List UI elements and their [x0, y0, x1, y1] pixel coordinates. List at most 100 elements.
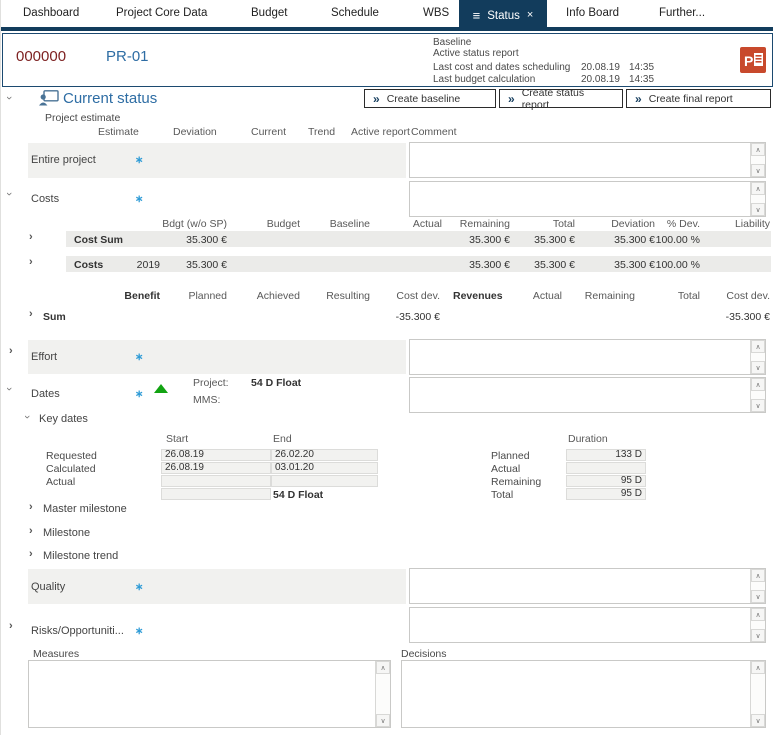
- close-tab-icon[interactable]: ×: [527, 10, 533, 21]
- col-cost-dev: Cost dev.: [396, 290, 440, 302]
- actual-end-field[interactable]: [271, 475, 378, 487]
- tab-further[interactable]: Further...: [659, 7, 705, 19]
- col-bdgt: Bdgt (w/o SP): [162, 218, 227, 230]
- planned-duration-field[interactable]: 133 D: [566, 449, 646, 461]
- comment-risks[interactable]: ∧ ∨: [409, 607, 766, 643]
- scroll-up-icon[interactable]: ∧: [751, 143, 765, 156]
- scroll-down-icon[interactable]: ∨: [751, 714, 765, 727]
- comment-quality[interactable]: ∧ ∨: [409, 568, 766, 604]
- remaining-duration-label: Remaining: [491, 476, 541, 488]
- project-float-label: Project:: [193, 377, 229, 389]
- comment-text-area[interactable]: [410, 608, 750, 642]
- tab-project-core-data[interactable]: Project Core Data: [116, 7, 207, 19]
- expand-milestone-icon[interactable]: ›: [29, 525, 33, 537]
- create-final-report-button[interactable]: » Create final report: [626, 89, 771, 108]
- collapse-key-dates-icon[interactable]: ›: [21, 415, 33, 419]
- baseline-label: Baseline: [433, 37, 471, 48]
- comment-text-area[interactable]: [410, 182, 750, 216]
- actual-label: Actual: [46, 476, 75, 488]
- decisions-text-area[interactable]: ∧ ∨: [401, 660, 766, 728]
- comment-dates[interactable]: ∧ ∨: [409, 377, 766, 413]
- expand-risks-icon[interactable]: ›: [9, 620, 13, 632]
- measures-input[interactable]: [29, 661, 375, 727]
- costs-row-remaining: 35.300 €: [469, 259, 510, 271]
- col-deviation: Deviation: [611, 218, 655, 230]
- tab-schedule[interactable]: Schedule: [331, 7, 379, 19]
- estimate-marker-icon: ∗: [135, 194, 143, 205]
- col-trend: Trend: [308, 126, 335, 138]
- section-entire-project-label: Entire project: [31, 154, 96, 166]
- estimate-marker-icon: ∗: [135, 352, 143, 363]
- costs-row-bdgt: 35.300 €: [186, 259, 227, 271]
- scroll-up-icon[interactable]: ∧: [751, 340, 765, 353]
- empty-date-field[interactable]: [161, 488, 271, 500]
- col-start: Start: [166, 433, 188, 445]
- scroll-up-icon[interactable]: ∧: [751, 608, 765, 621]
- quality-row: [28, 569, 406, 604]
- powerpoint-export-icon[interactable]: P: [740, 47, 766, 73]
- section-master-milestone-label: Master milestone: [43, 503, 127, 515]
- scroll-up-icon[interactable]: ∧: [751, 569, 765, 582]
- comment-entire-project[interactable]: ∧ ∨: [409, 142, 766, 178]
- expand-costs-row-icon[interactable]: ›: [29, 256, 33, 268]
- scrollbar: ∧ ∨: [750, 378, 765, 412]
- scroll-down-icon[interactable]: ∨: [376, 714, 390, 727]
- decisions-input[interactable]: [402, 661, 750, 727]
- create-baseline-button[interactable]: » Create baseline: [364, 89, 496, 108]
- col-planned: Planned: [188, 290, 227, 302]
- expand-sum-icon[interactable]: ›: [29, 308, 33, 320]
- create-status-report-button[interactable]: » Create status report: [499, 89, 623, 108]
- expand-effort-icon[interactable]: ›: [9, 345, 13, 357]
- collapse-dates-icon[interactable]: ›: [3, 387, 15, 391]
- actual-start-field[interactable]: [161, 475, 271, 487]
- scroll-down-icon[interactable]: ∨: [751, 629, 765, 642]
- key-dates-title: Key dates: [39, 413, 88, 425]
- section-milestone-trend-label: Milestone trend: [43, 550, 118, 562]
- comment-text-area[interactable]: [410, 378, 750, 412]
- collapse-costs-icon[interactable]: ›: [3, 192, 15, 196]
- section-dates-label: Dates: [31, 388, 60, 400]
- hamburger-icon[interactable]: ≡: [473, 9, 481, 22]
- scroll-up-icon[interactable]: ∧: [751, 182, 765, 195]
- scroll-down-icon[interactable]: ∨: [751, 590, 765, 603]
- comment-text-area[interactable]: [410, 143, 750, 177]
- total-duration-field[interactable]: 95 D: [566, 488, 646, 500]
- tab-budget[interactable]: Budget: [251, 7, 287, 19]
- expand-master-milestone-icon[interactable]: ›: [29, 501, 33, 513]
- decisions-label: Decisions: [401, 648, 447, 660]
- scrollbar: ∧ ∨: [375, 661, 390, 727]
- expand-milestone-trend-icon[interactable]: ›: [29, 548, 33, 560]
- measures-text-area[interactable]: ∧ ∨: [28, 660, 391, 728]
- last-budget-date: 20.08.19: [581, 74, 620, 85]
- scrollbar: ∧ ∨: [750, 182, 765, 216]
- comment-effort[interactable]: ∧ ∨: [409, 339, 766, 375]
- tab-wbs[interactable]: WBS: [423, 7, 449, 19]
- tab-info-board[interactable]: Info Board: [566, 7, 619, 19]
- requested-start-field[interactable]: 26.08.19: [161, 449, 271, 461]
- section-effort-label: Effort: [31, 351, 57, 363]
- scroll-down-icon[interactable]: ∨: [751, 399, 765, 412]
- remaining-duration-field[interactable]: 95 D: [566, 475, 646, 487]
- scroll-down-icon[interactable]: ∨: [751, 164, 765, 177]
- col-achieved: Achieved: [257, 290, 300, 302]
- scroll-down-icon[interactable]: ∨: [751, 361, 765, 374]
- collapse-current-status-icon[interactable]: ›: [3, 96, 15, 100]
- calculated-start-field[interactable]: 26.08.19: [161, 462, 271, 474]
- scroll-up-icon[interactable]: ∧: [751, 378, 765, 391]
- col-budget: Budget: [267, 218, 300, 230]
- project-header-box: 000000 PR-01 Baseline Active status repo…: [2, 33, 773, 87]
- calculated-end-field[interactable]: 03.01.20: [271, 462, 378, 474]
- scroll-up-icon[interactable]: ∧: [751, 661, 765, 674]
- comment-text-area[interactable]: [410, 569, 750, 603]
- scroll-down-icon[interactable]: ∨: [751, 203, 765, 216]
- tab-dashboard[interactable]: Dashboard: [23, 7, 79, 19]
- estimate-marker-icon: ∗: [135, 582, 143, 593]
- actual-duration-field[interactable]: [566, 462, 646, 474]
- requested-end-field[interactable]: 26.02.20: [271, 449, 378, 461]
- project-estimate-title: Project estimate: [45, 112, 120, 124]
- costs-row-year: 2019: [137, 259, 160, 271]
- scroll-up-icon[interactable]: ∧: [376, 661, 390, 674]
- expand-cost-sum-icon[interactable]: ›: [29, 231, 33, 243]
- comment-costs[interactable]: ∧ ∨: [409, 181, 766, 217]
- comment-text-area[interactable]: [410, 340, 750, 374]
